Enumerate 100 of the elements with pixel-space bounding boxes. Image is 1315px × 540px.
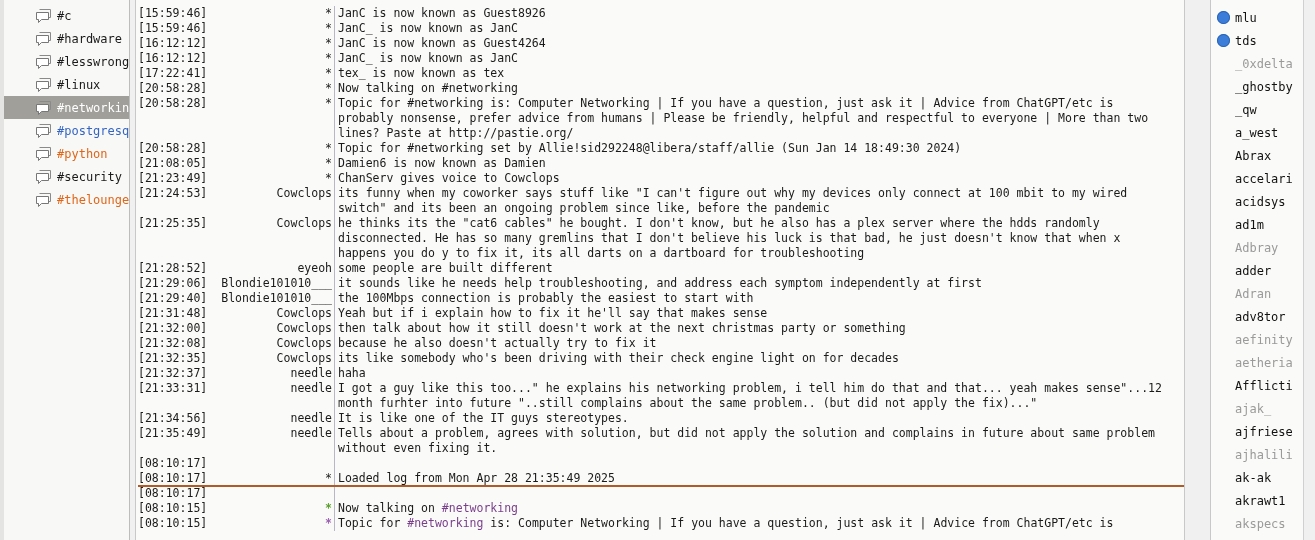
nickname: needle [290, 411, 332, 425]
chat-message: It is like one of the IT guys stereotypes. [338, 411, 629, 425]
chat-message: it sounds like he needs help troubleshooting, and address each symptom independently at first [338, 276, 982, 290]
nickname: * [325, 471, 332, 485]
timestamp: [21:29:40] [138, 291, 208, 306]
nickname: * [325, 51, 332, 65]
timestamp: [16:12:12] [138, 36, 208, 51]
nickname: Cowclops [276, 216, 332, 230]
chat-message: Now talking on #networking [338, 501, 519, 515]
timestamp: [21:33:31] [138, 381, 208, 397]
channel-item[interactable]: #security [4, 165, 129, 188]
chat-message: because he also doesn't actually try to fix it [338, 336, 657, 350]
timestamp: [15:59:46] [138, 6, 208, 21]
chat-message: then talk about how it still doesn't work at the next christmas party or something [338, 321, 906, 335]
timestamp: [21:28:52] [138, 261, 208, 276]
nickname: * [325, 81, 332, 95]
user-item[interactable]: ajfriese [1211, 420, 1303, 443]
timestamp: [21:25:35] [138, 216, 208, 232]
nickname: * [325, 36, 332, 50]
user-item[interactable]: a_west [1211, 121, 1303, 144]
timestamp: [21:08:05] [138, 156, 208, 171]
chat-bubble-icon [36, 123, 52, 138]
user-item[interactable]: akrawt1 [1211, 489, 1303, 512]
chat-message: haha [338, 366, 366, 380]
chat-bubble-icon [36, 31, 52, 46]
timestamp: [08:10:17] [138, 456, 208, 471]
chat-bubble-icon [36, 192, 52, 207]
timestamp: [21:23:49] [138, 171, 208, 186]
timestamp: [08:10:17] [138, 471, 208, 486]
user-item[interactable]: adder [1211, 259, 1303, 282]
user-item[interactable]: acidsys [1211, 190, 1303, 213]
timestamp: [20:58:28] [138, 81, 208, 96]
user-item[interactable]: Afflicti [1211, 374, 1303, 397]
channel-item[interactable]: #hardware [4, 27, 129, 50]
nickname: * [325, 66, 332, 80]
chat-message: JanC is now known as Guest8926 [338, 6, 546, 20]
chat-bubble-icon [36, 8, 52, 23]
nickname: Cowclops [276, 186, 332, 200]
chat-message: JanC_ is now known as JanC [338, 51, 518, 65]
nickname: * [325, 501, 332, 515]
timestamp: [21:32:35] [138, 351, 208, 366]
chat-bubble-icon [36, 77, 52, 92]
timestamp: [21:31:48] [138, 306, 208, 321]
timestamp: [21:34:56] [138, 411, 208, 426]
chat-bubble-icon [36, 146, 52, 161]
timestamp: [08:10:17] [138, 486, 208, 501]
chat-message: JanC_ is now known as JanC [338, 21, 518, 35]
channel-item[interactable]: #linux [4, 73, 129, 96]
user-item[interactable]: tds [1211, 29, 1303, 52]
nickname: * [325, 516, 332, 530]
chat-message: Damien6 is now known as Damien [338, 156, 546, 170]
timestamp: [20:58:28] [138, 96, 208, 112]
timestamp: [21:32:00] [138, 321, 208, 336]
timestamp: [08:10:15] [138, 501, 208, 516]
chat-message: Topic for #networking set by Allie!sid292248@libera/staff/allie (Sun Jan 14 18:49:30 2024) [338, 141, 962, 155]
timestamp: [21:32:37] [138, 366, 208, 381]
user-item[interactable]: ak-ak [1211, 466, 1303, 489]
chat-bubble-icon [36, 54, 52, 69]
timestamp: [16:12:12] [138, 51, 208, 66]
nickname: * [325, 156, 332, 170]
chat-message: ChanServ gives voice to Cowclops [338, 171, 560, 185]
user-item[interactable]: _qw [1211, 98, 1303, 121]
nickname: * [325, 141, 332, 155]
nickname: Cowclops [276, 306, 332, 320]
user-item[interactable]: mlu [1211, 6, 1303, 29]
chat-message: the 100Mbps connection is probably the easiest to start with [338, 291, 754, 305]
timestamp: [21:24:53] [138, 186, 208, 202]
chat-message: some people are built different [338, 261, 553, 275]
nickname: * [325, 21, 332, 35]
nickname: needle [290, 381, 332, 395]
chat-message: its like somebody who's been driving with their check engine light on for decades [338, 351, 899, 365]
channel-item[interactable]: #postgresq [4, 119, 129, 142]
timestamp: [17:22:41] [138, 66, 208, 81]
timestamp: [21:29:06] [138, 276, 208, 291]
timestamp: [15:59:46] [138, 21, 208, 36]
chat-message: I got a guy like this too..." he explains his networking problem, i tell him do that and that... yeah makes sense"...12 month furhter into future "..still complains about the same problem.. (but did not apply the fix)..." [338, 381, 1162, 410]
chat-message: Topic for #networking is: Computer Networking | If you have a question, just ask it | Advice from ChatGPT/etc is probably nonsense, prefer advice from humans | Please be friendly, helpful and respectful to everyone | More than two lines? Paste at http://pastie.org/ [338, 96, 1149, 140]
nickname: Blondie101010___ [221, 291, 332, 305]
chat-message: Yeah but if i explain how to fix it he'll say that makes sense [338, 306, 768, 320]
nickname: * [325, 96, 332, 110]
nickname: * [325, 6, 332, 20]
nickname: Blondie101010___ [221, 276, 332, 290]
nickname: * [325, 171, 332, 185]
chat-message: Tells about a problem, agrees with solution, but did not apply the solution and complains in future about same problem without even fixing it. [338, 426, 1155, 455]
nickname: eyeoh [297, 261, 332, 275]
chat-message: Topic for #networking is: Computer Networking | If you have a question, just ask it | Advice from ChatGPT/etc is [338, 516, 1114, 530]
user-item[interactable]: ad1m [1211, 213, 1303, 236]
channel-item[interactable]: #lesswrong [4, 50, 129, 73]
nickname: Cowclops [276, 321, 332, 335]
chat-bubble-icon [36, 169, 52, 184]
user-item[interactable]: accelari [1211, 167, 1303, 190]
channel-item[interactable]: #c [4, 4, 129, 27]
timestamp: [21:35:49] [138, 426, 208, 442]
nickname: Cowclops [276, 336, 332, 350]
chat-bubble-icon [36, 100, 52, 115]
timestamp: [21:32:08] [138, 336, 208, 351]
user-item[interactable]: _ghostby [1211, 75, 1303, 98]
chat-message: JanC is now known as Guest4264 [338, 36, 546, 50]
user-item[interactable]: Abrax [1211, 144, 1303, 167]
user-item[interactable]: adv8tor [1211, 305, 1303, 328]
